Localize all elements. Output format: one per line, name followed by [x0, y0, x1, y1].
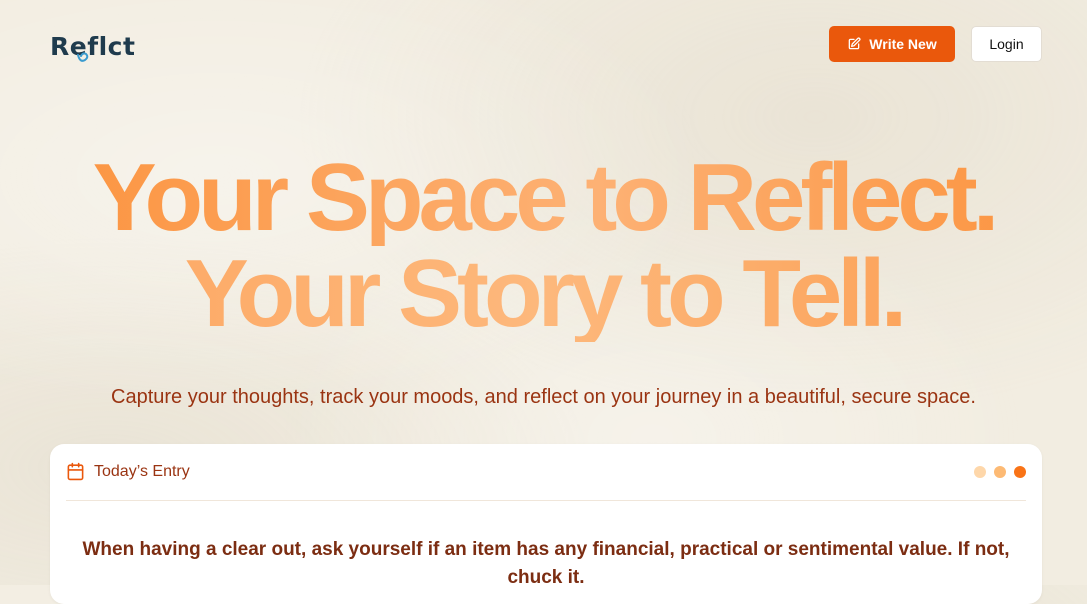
dot-dark [1014, 466, 1026, 478]
dot-medium [994, 466, 1006, 478]
todays-entry-card: Today’s Entry When having a clear out, a… [50, 444, 1042, 604]
write-new-label: Write New [869, 36, 937, 52]
hero-title: Your Space to Reflect. Your Story to Tel… [0, 150, 1087, 342]
logo-swirl-icon [77, 52, 89, 62]
hero-subtitle: Capture your thoughts, track your moods,… [111, 386, 976, 408]
window-dots [974, 466, 1026, 478]
calendar-icon [67, 462, 84, 481]
reflct-logo[interactable]: Reflct [50, 28, 135, 64]
hero-title-line-2: Your Story to Tell. [0, 246, 1087, 342]
login-button[interactable]: Login [971, 26, 1042, 62]
card-header: Today’s Entry [66, 462, 1026, 501]
card-title-group: Today’s Entry [66, 462, 190, 481]
card-title: Today’s Entry [94, 462, 190, 480]
entry-quote: When having a clear out, ask yourself if… [82, 539, 1010, 588]
dot-light [974, 466, 986, 478]
hero-title-line-1: Your Space to Reflect. [0, 150, 1087, 246]
edit-icon [848, 37, 861, 50]
write-new-button[interactable]: Write New [829, 26, 955, 62]
